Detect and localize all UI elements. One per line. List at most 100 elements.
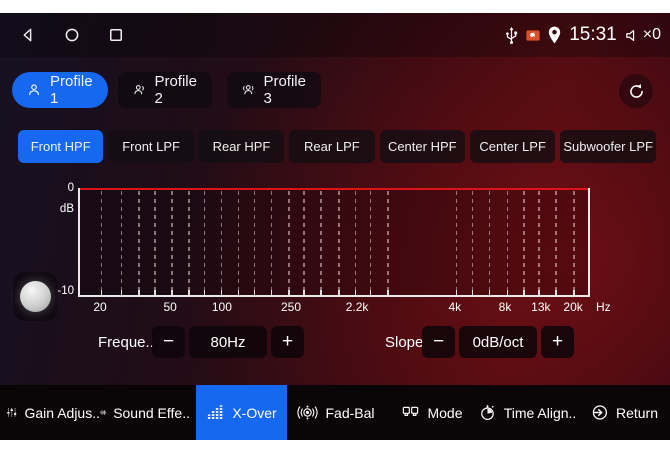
x-axis-tick <box>138 290 140 295</box>
speaker-waves-icon <box>297 403 318 422</box>
x-tick-label: 8k <box>499 300 512 314</box>
x-axis-tick <box>489 290 491 295</box>
nav-x-over[interactable]: X-Over <box>196 385 287 440</box>
x-axis-tick <box>555 290 557 295</box>
nav-fadbal-label: Fad-Bal <box>325 405 374 421</box>
tab-subwoofer-lpf[interactable]: Subwoofer LPF <box>560 130 656 163</box>
x-tick-label: 13k <box>531 300 550 314</box>
system-nav <box>18 13 126 57</box>
frequency-gridline <box>555 191 557 294</box>
x-axis-tick <box>523 290 525 295</box>
frequency-minus-button[interactable]: − <box>152 326 185 358</box>
crossover-filter-tabs: Front HPF Front LPF Rear HPF Rear LPF Ce… <box>18 130 656 163</box>
location-icon <box>547 26 562 44</box>
x-axis-tick <box>456 290 458 295</box>
tab-rear-lpf[interactable]: Rear LPF <box>289 130 374 163</box>
x-axis-tick <box>472 290 474 295</box>
head-unit-screen: 15:31 ×0 Profile 1 Profile 2 <box>0 13 670 440</box>
frequency-gridline <box>254 191 256 294</box>
clock: 15:31 <box>569 24 617 46</box>
frequency-gridline <box>573 191 575 294</box>
frequency-label: Freque.. <box>98 326 154 358</box>
status-icons: 15:31 ×0 <box>504 13 661 57</box>
profile-3-label: Profile 3 <box>263 73 306 107</box>
x-tick-label: 20k <box>563 300 582 314</box>
x-axis-tick <box>188 290 190 295</box>
x-axis-tick <box>288 290 290 295</box>
speaker-pair-icon <box>401 403 420 422</box>
bottom-nav-bar: Gain Adjus.. Sound Effe.. X-Over <box>0 385 670 440</box>
x-axis-tick <box>121 290 123 295</box>
x-tick-label: 2.2k <box>346 300 369 314</box>
profile-2-button[interactable]: Profile 2 <box>118 72 212 108</box>
nav-mode[interactable]: Mode <box>394 385 470 440</box>
profile-1-button[interactable]: Profile 1 <box>12 72 108 108</box>
frequency-gridline <box>355 191 357 294</box>
frequency-plus-button[interactable]: + <box>271 326 304 358</box>
frequency-gridline <box>303 191 305 294</box>
nav-gain-adjust[interactable]: Gain Adjus.. <box>6 385 100 440</box>
person-icon <box>27 81 41 99</box>
nav-gain-label: Gain Adjus.. <box>25 405 101 421</box>
volume-level: ×0 <box>643 26 661 44</box>
volume-muted-icon <box>624 27 641 44</box>
frequency-gridline <box>171 191 173 294</box>
slope-minus-button[interactable]: − <box>422 326 455 358</box>
frequency-gridline <box>121 191 123 294</box>
nav-fad-bal[interactable]: Fad-Bal <box>294 385 378 440</box>
frequency-gridline <box>456 191 458 294</box>
profile-1-label: Profile 1 <box>50 73 93 107</box>
frequency-gridline <box>507 191 509 294</box>
stopwatch-icon <box>478 403 497 422</box>
x-tick-label: 250 <box>281 300 301 314</box>
tab-center-lpf[interactable]: Center LPF <box>470 130 555 163</box>
x-axis-tick <box>303 290 305 295</box>
usb-icon <box>504 25 519 45</box>
return-arrow-icon <box>590 403 609 422</box>
status-bar: 15:31 ×0 <box>0 13 670 57</box>
x-tick-label: 50 <box>163 300 176 314</box>
frequency-gridline <box>238 191 240 294</box>
nav-return-label: Return <box>616 405 658 421</box>
tab-center-hpf[interactable]: Center HPF <box>380 130 465 163</box>
frequency-gridline <box>138 191 140 294</box>
home-icon[interactable] <box>62 25 82 45</box>
person-3-icon <box>242 81 254 99</box>
frequency-gridline <box>154 191 156 294</box>
x-axis-tick <box>338 290 340 295</box>
tab-rear-hpf[interactable]: Rear HPF <box>199 130 284 163</box>
x-axis-tick <box>370 290 372 295</box>
tab-front-hpf[interactable]: Front HPF <box>18 130 103 163</box>
nav-sound-label: Sound Effe.. <box>113 405 190 421</box>
slope-plus-button[interactable]: + <box>541 326 574 358</box>
nav-return[interactable]: Return <box>584 385 664 440</box>
nav-sound-effect[interactable]: Sound Effe.. <box>100 385 190 440</box>
x-axis-unit: Hz <box>596 300 611 314</box>
x-tick-label: 4k <box>448 300 461 314</box>
recents-icon[interactable] <box>106 25 126 45</box>
nav-time-align[interactable]: Time Align.. <box>474 385 580 440</box>
back-icon[interactable] <box>18 25 38 45</box>
sd-card-icon <box>526 30 540 41</box>
reset-button[interactable] <box>619 74 653 108</box>
profile-2-label: Profile 2 <box>154 73 197 107</box>
frequency-gridline <box>370 191 372 294</box>
frequency-gridline <box>271 191 273 294</box>
x-tick-label: 100 <box>212 300 232 314</box>
x-axis-tick <box>101 290 103 295</box>
x-axis-tick <box>154 290 156 295</box>
frequency-gridline <box>101 191 103 294</box>
tab-front-lpf[interactable]: Front LPF <box>108 130 193 163</box>
nav-timealign-label: Time Align.. <box>504 405 577 421</box>
slope-value[interactable]: 0dB/oct <box>459 326 537 358</box>
frequency-gridline <box>538 191 540 294</box>
mixer-sliders-icon <box>6 403 18 422</box>
frequency-gridline <box>288 191 290 294</box>
x-axis-tick <box>271 290 273 295</box>
rotary-knob[interactable] <box>13 272 58 321</box>
frequency-gridline <box>188 191 190 294</box>
frequency-value[interactable]: 80Hz <box>189 326 267 358</box>
profile-3-button[interactable]: Profile 3 <box>227 72 321 108</box>
frequency-gridline <box>320 191 322 294</box>
refresh-icon <box>627 82 646 101</box>
